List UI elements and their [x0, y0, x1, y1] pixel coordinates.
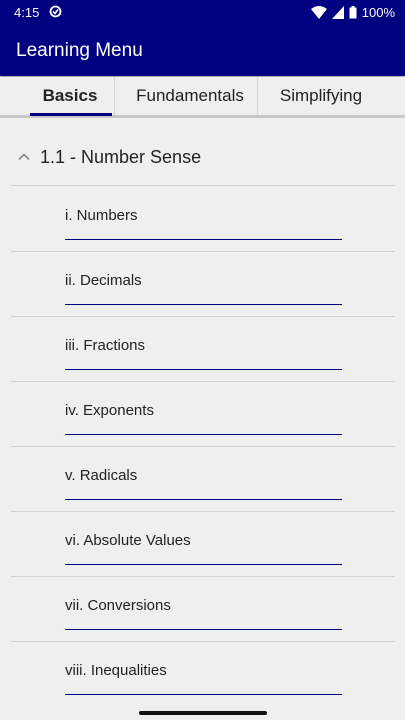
list-item[interactable]: iii. Fractions — [11, 317, 395, 382]
tab-simplifying[interactable]: Simplifying — [258, 77, 376, 115]
list-item-label: v. Radicals — [65, 467, 138, 484]
list-item[interactable]: ii. Decimals — [11, 252, 395, 317]
app-title: Learning Menu — [16, 39, 143, 61]
list-item-label: iii. Fractions — [65, 337, 146, 354]
item-underline — [65, 369, 342, 370]
list-item-label: vii. Conversions — [65, 597, 171, 614]
list-item[interactable]: iv. Exponents — [11, 382, 395, 447]
item-underline — [65, 434, 342, 435]
item-underline — [65, 629, 342, 630]
item-underline — [65, 239, 342, 240]
status-bar: 4:15 100% — [0, 0, 405, 25]
list-item-label: ii. Decimals — [65, 272, 142, 289]
list-item[interactable]: viii. Inequalities — [11, 642, 395, 706]
signal-icon — [331, 6, 344, 19]
battery-percent: 100% — [361, 5, 395, 20]
list-item-label: viii. Inequalities — [65, 662, 167, 679]
list-item[interactable]: vi. Absolute Values — [11, 512, 395, 577]
tab-label: Simplifying — [279, 86, 363, 105]
tab-basics[interactable]: Basics — [0, 77, 115, 116]
list-item[interactable]: i. Numbers — [11, 187, 395, 252]
item-underline — [65, 694, 342, 695]
item-underline — [65, 499, 342, 500]
app-bar: Learning Menu — [0, 25, 405, 76]
section-title: 1.1 - Number Sense — [40, 146, 202, 167]
list-item-label: i. Numbers — [65, 207, 138, 224]
tab-strip: Basics Fundamentals Simplifying — [0, 77, 405, 118]
item-underline — [65, 304, 342, 305]
battery-icon — [349, 6, 357, 19]
list-item[interactable]: v. Radicals — [11, 447, 395, 512]
chevron-up-icon — [17, 150, 31, 164]
list-item-label: vi. Absolute Values — [65, 532, 191, 549]
list-item-label: iv. Exponents — [65, 402, 154, 419]
home-gesture-handle[interactable] — [139, 711, 267, 715]
tab-label: Fundamentals — [136, 86, 244, 105]
tab-label: Basics — [42, 86, 98, 105]
list-item[interactable]: vii. Conversions — [11, 577, 395, 642]
wifi-icon — [310, 6, 327, 19]
section-header[interactable]: 1.1 - Number Sense — [11, 129, 395, 186]
tab-fundamentals[interactable]: Fundamentals — [115, 77, 258, 115]
sync-icon — [49, 5, 62, 21]
status-time: 4:15 — [14, 5, 40, 20]
item-underline — [65, 564, 342, 565]
navigation-bar — [0, 706, 405, 720]
learning-list: 1.1 - Number Sense i. Numbers ii. Decima… — [0, 121, 405, 706]
